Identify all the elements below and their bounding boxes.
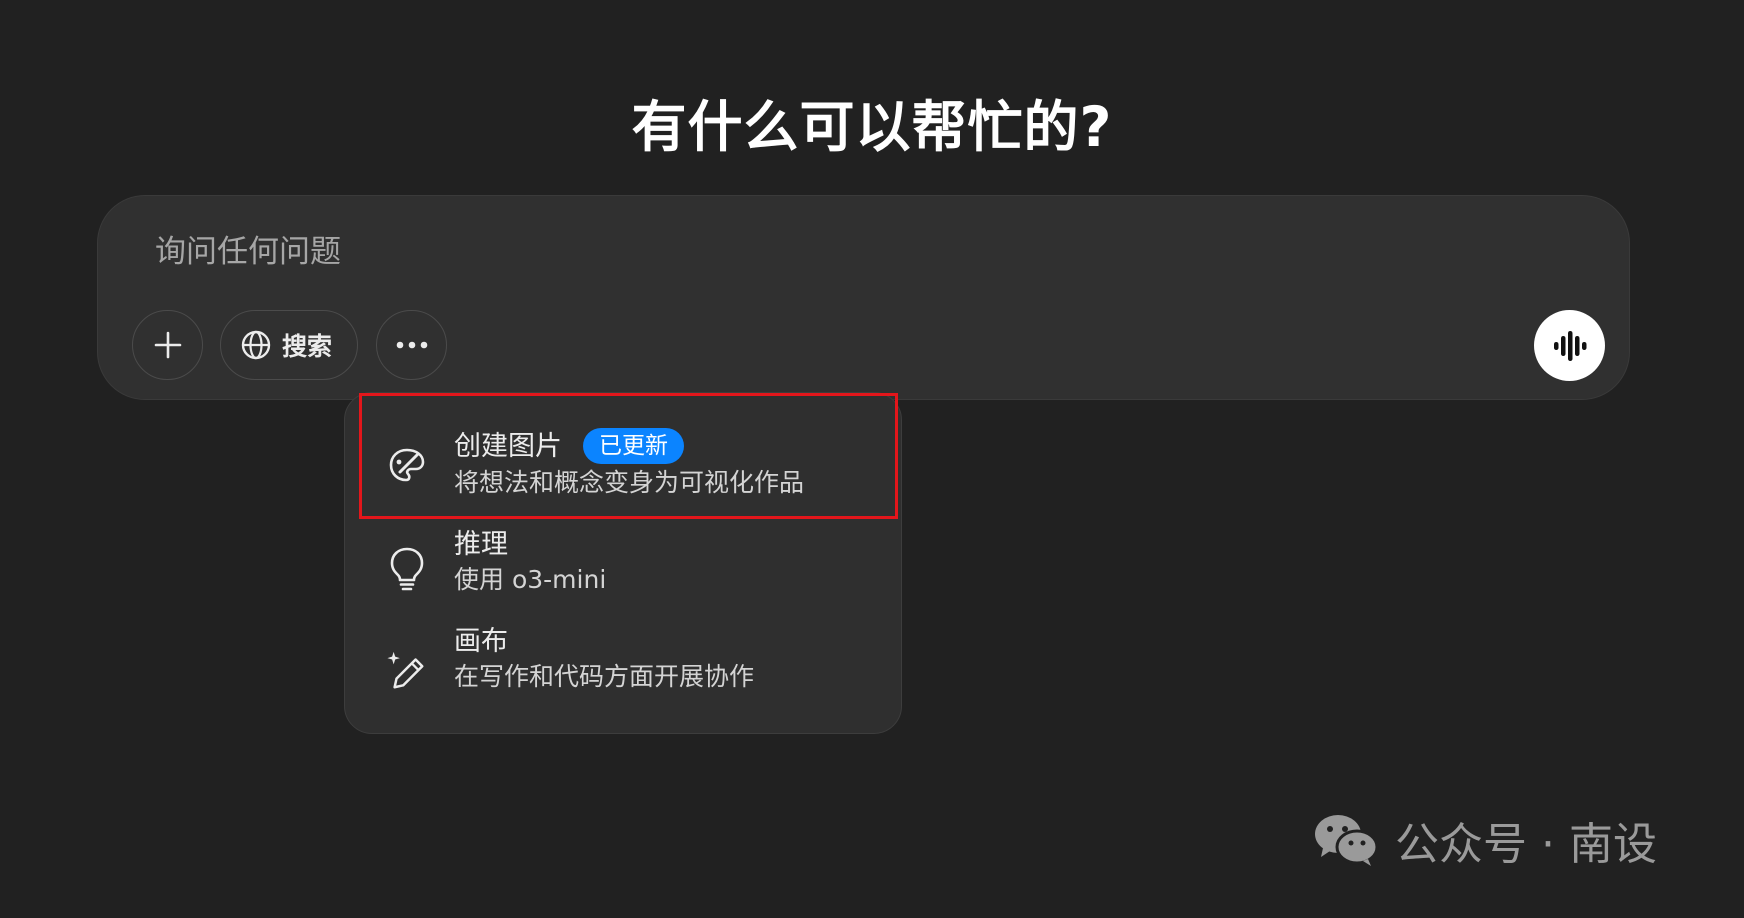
menu-item-description: 将想法和概念变身为可视化作品: [454, 468, 805, 497]
menu-item-title: 推理: [454, 529, 508, 560]
menu-item-title: 创建图片: [454, 431, 562, 462]
tools-menu: 创建图片 已更新 将想法和概念变身为可视化作品 推理 使用 o3-mini 画布…: [344, 392, 902, 734]
menu-item-reason[interactable]: 推理 使用 o3-mini: [345, 519, 900, 619]
page-title: 有什么可以帮忙的?: [631, 95, 1113, 159]
add-attachment-button[interactable]: [132, 310, 203, 380]
paint-palette-icon: [386, 444, 428, 486]
wechat-icon: [1315, 815, 1379, 866]
globe-icon: [241, 330, 271, 360]
sparkle-pencil-icon: [386, 650, 428, 692]
menu-item-create-image[interactable]: 创建图片 已更新 将想法和概念变身为可视化作品: [345, 393, 900, 497]
menu-item-canvas[interactable]: 画布 在写作和代码方面开展协作: [345, 622, 900, 722]
watermark-text: 公众号 · 南设: [1395, 819, 1657, 870]
prompt-input[interactable]: [153, 226, 1457, 278]
menu-item-description: 在写作和代码方面开展协作: [454, 662, 755, 691]
lightbulb-icon: [386, 547, 428, 591]
page: 有什么可以帮忙的? 搜索: [0, 0, 1744, 918]
watermark: 公众号 · 南设: [1313, 808, 1657, 872]
more-horizontal-icon: [396, 341, 427, 349]
more-tools-button[interactable]: [376, 310, 447, 380]
menu-item-title: 画布: [454, 626, 508, 657]
plus-icon: [154, 331, 181, 359]
composer: 搜索: [97, 195, 1630, 400]
updated-badge: 已更新: [583, 428, 684, 464]
voice-waveform-icon: [1553, 330, 1586, 361]
search-button-label: 搜索: [281, 332, 332, 361]
voice-mode-button[interactable]: [1534, 310, 1605, 381]
menu-item-description: 使用 o3-mini: [454, 565, 607, 594]
search-button[interactable]: 搜索: [220, 310, 358, 380]
